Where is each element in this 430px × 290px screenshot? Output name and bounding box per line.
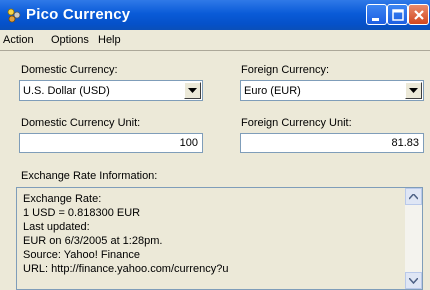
- foreign-unit-value: 81.83: [391, 137, 419, 149]
- domestic-unit-field[interactable]: 100: [19, 133, 203, 153]
- title-bar[interactable]: Pico Currency: [0, 0, 430, 30]
- foreign-currency-label: Foreign Currency:: [241, 64, 330, 76]
- menu-action[interactable]: Action: [3, 34, 34, 46]
- minimize-button[interactable]: [366, 4, 387, 25]
- maximize-button[interactable]: [387, 4, 408, 25]
- info-line: EUR on 6/3/2005 at 1:28pm.: [23, 235, 163, 247]
- domestic-currency-select[interactable]: U.S. Dollar (USD): [19, 80, 203, 101]
- domestic-currency-dropdown-button[interactable]: [184, 82, 201, 99]
- foreign-currency-value: Euro (EUR): [244, 85, 301, 97]
- dropdown-arrow-icon: [409, 88, 418, 93]
- domestic-currency-label: Domestic Currency:: [21, 64, 118, 76]
- menu-bar: Action Options Help: [0, 30, 430, 50]
- close-button[interactable]: [408, 4, 429, 25]
- info-line: URL: http://finance.yahoo.com/currency?u: [23, 263, 229, 275]
- window-title: Pico Currency: [26, 6, 131, 23]
- info-line: Source: Yahoo! Finance: [23, 249, 141, 261]
- scroll-down-icon: [409, 278, 418, 284]
- scroll-up-button[interactable]: [405, 188, 422, 205]
- maximize-icon: [392, 9, 404, 21]
- menu-options[interactable]: Options: [51, 34, 89, 46]
- foreign-currency-select[interactable]: Euro (EUR): [240, 80, 424, 101]
- exchange-info-label: Exchange Rate Information:: [21, 170, 158, 182]
- app-icon: [6, 7, 22, 23]
- info-line: Exchange Rate:: [23, 193, 102, 205]
- menu-help[interactable]: Help: [98, 34, 121, 46]
- minimize-icon: [372, 18, 379, 21]
- exchange-info-text[interactable]: Exchange Rate: 1 USD = 0.818300 EUR Last…: [16, 187, 423, 290]
- info-line: Last updated:: [23, 221, 90, 233]
- close-icon: [414, 10, 424, 20]
- scroll-up-icon: [409, 194, 418, 200]
- foreign-currency-dropdown-button[interactable]: [405, 82, 422, 99]
- dropdown-arrow-icon: [188, 88, 197, 93]
- domestic-currency-value: U.S. Dollar (USD): [23, 85, 110, 97]
- app-window: Pico Currency Action Options Help Domest…: [0, 0, 430, 290]
- vertical-scrollbar[interactable]: [405, 188, 422, 289]
- menu-separator: [0, 50, 430, 51]
- foreign-unit-field[interactable]: 81.83: [240, 133, 424, 153]
- foreign-unit-label: Foreign Currency Unit:: [241, 117, 352, 129]
- info-line: 1 USD = 0.818300 EUR: [23, 207, 141, 219]
- domestic-unit-value: 100: [179, 137, 198, 149]
- scroll-down-button[interactable]: [405, 272, 422, 289]
- domestic-unit-label: Domestic Currency Unit:: [21, 117, 141, 129]
